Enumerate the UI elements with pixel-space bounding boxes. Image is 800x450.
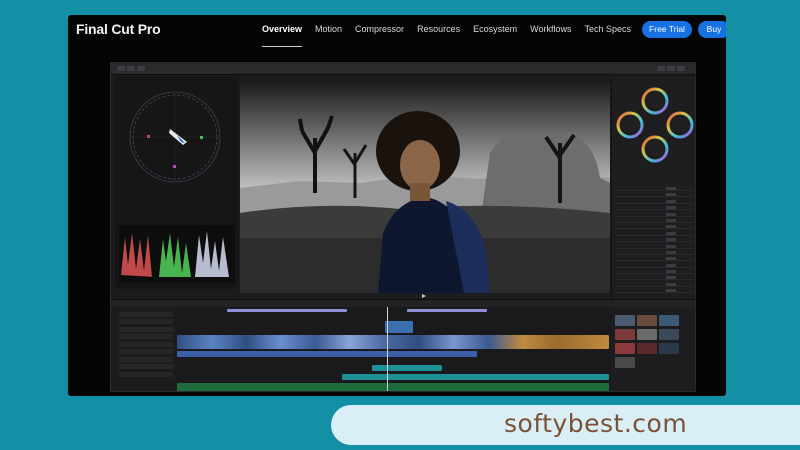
music-clip[interactable] [342,374,609,380]
title-clip[interactable] [227,309,347,312]
waveform-icon [119,225,235,283]
effect-thumbnail[interactable] [637,329,657,340]
video-viewer[interactable] [240,83,610,293]
playhead[interactable] [387,307,388,391]
free-trial-button[interactable]: Free Trial [642,21,692,38]
inspector-toggle-icon[interactable] [657,66,665,71]
effect-thumbnail[interactable] [637,315,657,326]
library-toggle-icon[interactable] [117,66,125,71]
nav-workflows[interactable]: Workflows [530,24,571,34]
watermark-banner: softybest.com [331,405,800,445]
buy-button[interactable]: Buy [698,21,726,38]
effect-thumbnail[interactable] [615,329,635,340]
color-inspector [611,77,696,299]
titles-toggle-icon[interactable] [137,66,145,71]
timeline-toolbar [111,299,695,307]
browser-window: Final Cut Pro Overview Motion Compressor… [68,15,726,396]
effect-thumbnail[interactable] [659,329,679,340]
color-wheel-icon[interactable] [612,83,696,178]
nav-resources[interactable]: Resources [417,24,460,34]
export-icon[interactable] [677,66,685,71]
main-nav: Overview Motion Compressor Resources Eco… [262,24,644,47]
app-toolbar [111,63,695,75]
play-icon[interactable] [422,294,426,298]
primary-storyline[interactable] [177,335,609,349]
nav-overview[interactable]: Overview [262,24,303,47]
effects-browser [611,307,695,391]
watermark-text: softybest.com [504,409,688,438]
effect-thumbnail[interactable] [659,315,679,326]
title-clip[interactable] [407,309,487,312]
timeline-index [115,309,177,391]
music-clip[interactable] [372,365,442,371]
brand-logo[interactable]: Final Cut Pro [76,21,161,37]
nav-compressor[interactable]: Compressor [355,24,404,34]
effect-thumbnail[interactable] [615,343,635,354]
share-icon[interactable] [667,66,675,71]
nav-motion[interactable]: Motion [315,24,342,34]
timeline[interactable] [177,307,609,391]
video-scopes [115,77,239,289]
nav-tech-specs[interactable]: Tech Specs [584,24,631,34]
effect-thumbnail[interactable] [637,343,657,354]
effect-thumbnail[interactable] [615,315,635,326]
soundtrack-clip[interactable] [177,383,609,391]
effect-thumbnail[interactable] [615,357,635,368]
effect-thumbnail[interactable] [659,343,679,354]
inspector-parameters [616,187,694,296]
audio-clip[interactable] [177,351,477,357]
nav-ecosystem[interactable]: Ecosystem [473,24,517,34]
app-screenshot [110,62,696,392]
photos-toggle-icon[interactable] [127,66,135,71]
vectorscope-icon [129,91,221,183]
site-header: Final Cut Pro Overview Motion Compressor… [68,15,726,47]
connected-clip[interactable] [385,321,413,333]
